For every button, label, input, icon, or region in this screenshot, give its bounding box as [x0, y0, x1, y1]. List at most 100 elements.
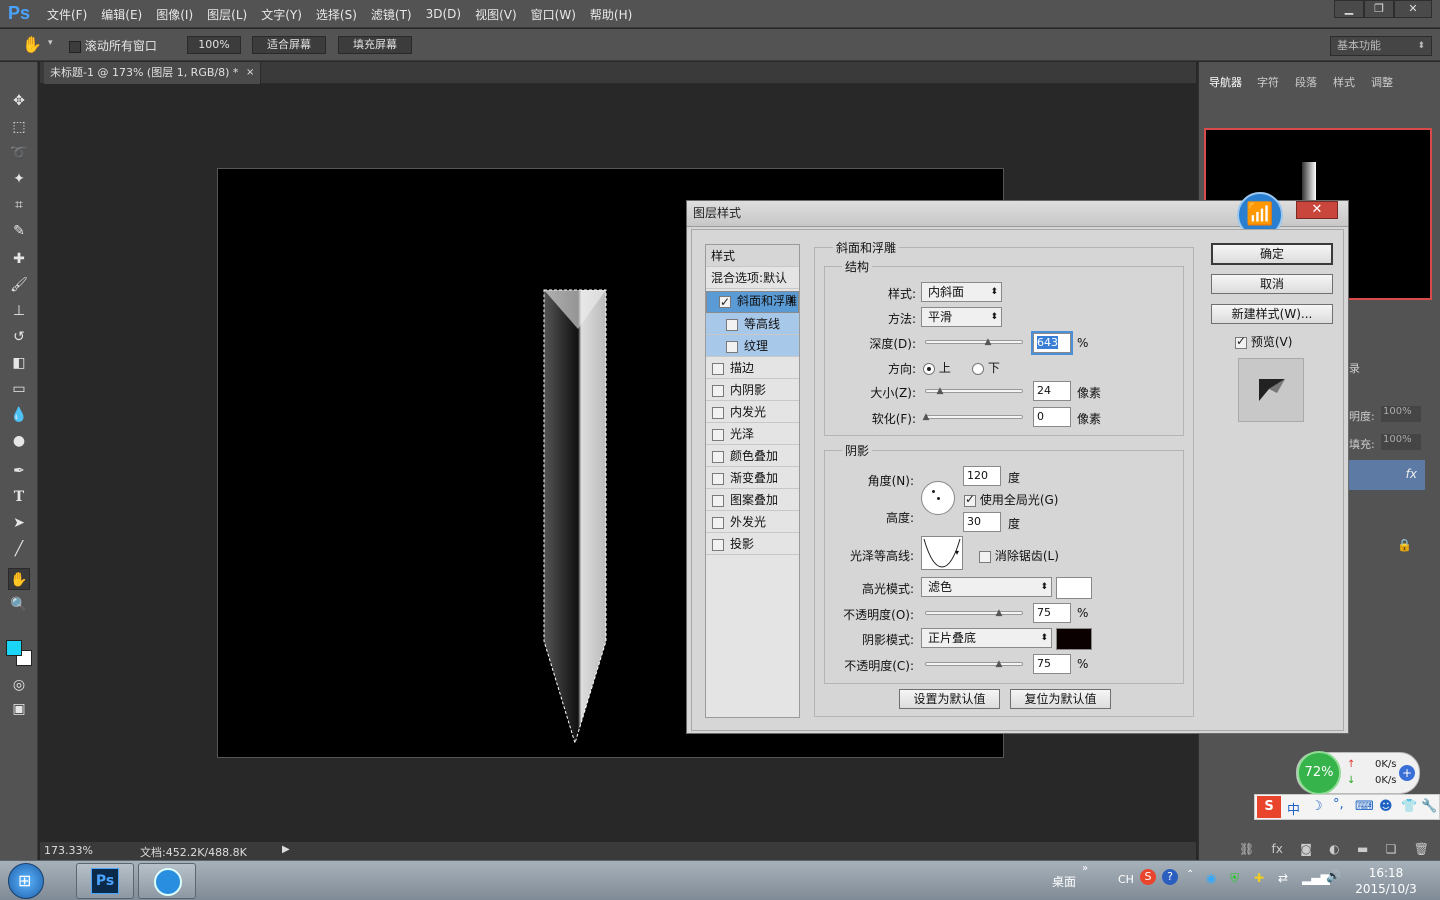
style-item-inner-shadow[interactable]: 内阴影 — [706, 379, 799, 401]
texture-checkbox[interactable] — [726, 340, 738, 353]
menu-filter[interactable]: 滤镜(T) — [364, 6, 419, 23]
move-tool-icon[interactable]: ✥ — [8, 90, 30, 112]
new-layer-icon[interactable]: ❏ — [1386, 842, 1397, 858]
adjustment-icon[interactable]: ◐ — [1329, 842, 1339, 858]
zoom-100-button[interactable]: 100% — [187, 36, 241, 54]
fx-icon[interactable]: fx — [1406, 467, 1417, 481]
tab-paragraph[interactable]: 段落 — [1295, 74, 1317, 90]
altitude-input[interactable]: 30 — [963, 512, 1001, 532]
inner-glow-checkbox[interactable] — [712, 406, 724, 419]
status-menu-arrow-icon[interactable]: ▶ — [282, 844, 290, 855]
marquee-tool-icon[interactable]: ⬚ — [8, 116, 30, 138]
depth-input[interactable]: 643 — [1031, 331, 1073, 355]
style-item-stroke[interactable]: 描边 — [706, 357, 799, 379]
highlight-opacity-thumb[interactable]: ▲ — [994, 609, 1004, 618]
shadow-opacity-input[interactable]: 75 — [1033, 654, 1071, 674]
restore-button[interactable]: ❐ — [1364, 0, 1394, 18]
depth-slider[interactable] — [925, 340, 1023, 344]
global-light-checkbox[interactable] — [964, 492, 976, 507]
crop-tool-icon[interactable]: ⌗ — [8, 194, 30, 216]
fill-field[interactable]: 100% — [1381, 434, 1421, 450]
tool-preset-chevron-icon[interactable]: ▾ — [48, 38, 53, 48]
tab-character[interactable]: 字符 — [1257, 74, 1279, 90]
hand-tool-icon[interactable]: ✋ — [22, 35, 42, 54]
shadow-mode-select[interactable]: 正片叠底 — [921, 628, 1052, 648]
fit-screen-button[interactable]: 适合屏幕 — [252, 36, 326, 54]
menu-edit[interactable]: 编辑(E) — [94, 6, 149, 23]
anti-alias-option[interactable]: 消除锯齿(L) — [979, 547, 1059, 564]
make-default-button[interactable]: 设置为默认值 — [899, 689, 1000, 709]
history-tab-partial[interactable]: 录 — [1349, 360, 1360, 376]
bevel-style-select[interactable]: 内斜面 — [921, 282, 1002, 302]
size-input[interactable]: 24 — [1033, 381, 1071, 401]
punctuation-icon[interactable]: °, — [1333, 797, 1344, 812]
style-item-outer-glow[interactable]: 外发光 — [706, 511, 799, 533]
brush-tool-icon[interactable]: 🖌 — [8, 274, 30, 296]
direction-up-option[interactable]: 上 — [923, 359, 951, 376]
skin-icon[interactable]: ☻ — [1379, 799, 1393, 814]
tab-navigator[interactable]: 导航器 — [1209, 74, 1242, 90]
taskbar-photoshop[interactable]: Ps — [76, 863, 134, 899]
style-item-contour[interactable]: 等高线 — [706, 313, 799, 335]
menu-type[interactable]: 文字(Y) — [254, 6, 309, 23]
language-indicator[interactable]: CH — [1118, 873, 1134, 886]
folder-icon[interactable]: ▬ — [1357, 842, 1368, 858]
contour-checkbox[interactable] — [726, 318, 738, 331]
zoom-tool-icon[interactable]: 🔍 — [8, 594, 30, 616]
screen-mode-icon[interactable]: ▣ — [8, 698, 30, 720]
security-tray-icon[interactable]: ⛨ — [1230, 871, 1239, 886]
highlight-mode-select[interactable]: 滤色 — [921, 577, 1052, 597]
menu-3d[interactable]: 3D(D) — [419, 7, 468, 21]
angle-dial[interactable] — [921, 481, 955, 515]
opacity-field[interactable]: 100% — [1381, 406, 1421, 422]
scroll-all-checkbox[interactable] — [69, 40, 81, 53]
shirt-icon[interactable]: 👕 — [1401, 799, 1417, 814]
style-item-satin[interactable]: 光泽 — [706, 423, 799, 445]
dodge-tool-icon[interactable]: ● — [8, 430, 30, 452]
outer-glow-checkbox[interactable] — [712, 516, 724, 529]
direction-up-radio[interactable] — [923, 362, 935, 375]
system-clock[interactable]: 16:18 2015/10/3 — [1352, 865, 1420, 897]
start-button[interactable]: ⊞ — [8, 863, 44, 899]
app-tray-icon[interactable]: ✚ — [1254, 871, 1264, 885]
color-overlay-checkbox[interactable] — [712, 450, 724, 463]
healing-brush-icon[interactable]: ✚ — [8, 248, 30, 270]
hand-tool-active-icon[interactable]: ✋ — [8, 568, 30, 590]
line-tool-icon[interactable]: ╱ — [8, 538, 30, 560]
layer-row-selected[interactable]: fx — [1347, 460, 1425, 490]
direction-down-option[interactable]: 下 — [972, 359, 1000, 376]
help-tray-icon[interactable]: ? — [1162, 869, 1178, 885]
keyboard-icon[interactable]: ⌨ — [1355, 799, 1374, 814]
document-tab[interactable]: 未标题-1 @ 173% (图层 1, RGB/8) * × — [44, 62, 262, 84]
menu-image[interactable]: 图像(I) — [149, 6, 200, 23]
dialog-close-button[interactable]: ✕ — [1296, 201, 1338, 219]
path-select-icon[interactable]: ➤ — [8, 512, 30, 534]
depth-slider-thumb[interactable]: ▲ — [983, 338, 993, 347]
menu-file[interactable]: 文件(F) — [40, 6, 94, 23]
highlight-color-swatch[interactable] — [1056, 577, 1092, 599]
bevel-checkbox[interactable] — [719, 293, 731, 311]
highlight-opacity-slider[interactable] — [925, 611, 1023, 615]
style-item-pattern-overlay[interactable]: 图案叠加 — [706, 489, 799, 511]
shadow-opacity-thumb[interactable]: ▲ — [994, 660, 1004, 669]
new-style-button[interactable]: 新建样式(W)... — [1211, 304, 1333, 324]
style-item-bevel-emboss[interactable]: 斜面和浮雕 — [706, 291, 799, 313]
mask-icon[interactable]: ◙ — [1300, 842, 1312, 858]
style-item-texture[interactable]: 纹理 — [706, 335, 799, 357]
network-tray-icon[interactable]: ⇄ — [1278, 871, 1288, 885]
wrench-icon[interactable]: 🔧 — [1421, 799, 1437, 814]
menu-help[interactable]: 帮助(H) — [583, 6, 639, 23]
ok-button[interactable]: 确定 — [1211, 243, 1333, 265]
gradient-overlay-checkbox[interactable] — [712, 472, 724, 485]
network-monitor-widget[interactable]: 72% ↑ 0K/s ↓ 0K/s + — [1296, 751, 1420, 795]
toolbar-expand-icon[interactable]: » — [1082, 863, 1088, 874]
direction-down-radio[interactable] — [972, 362, 984, 375]
style-item-inner-glow[interactable]: 内发光 — [706, 401, 799, 423]
lasso-tool-icon[interactable]: ➰ — [8, 142, 30, 164]
menu-view[interactable]: 视图(V) — [468, 6, 524, 23]
fx-footer-icon[interactable]: fx — [1272, 842, 1283, 858]
preview-option[interactable]: 预览(V) — [1235, 333, 1292, 350]
stroke-checkbox[interactable] — [712, 362, 724, 375]
highlight-opacity-input[interactable]: 75 — [1033, 603, 1071, 623]
scroll-all-windows-option[interactable]: 滚动所有窗口 — [69, 37, 157, 54]
